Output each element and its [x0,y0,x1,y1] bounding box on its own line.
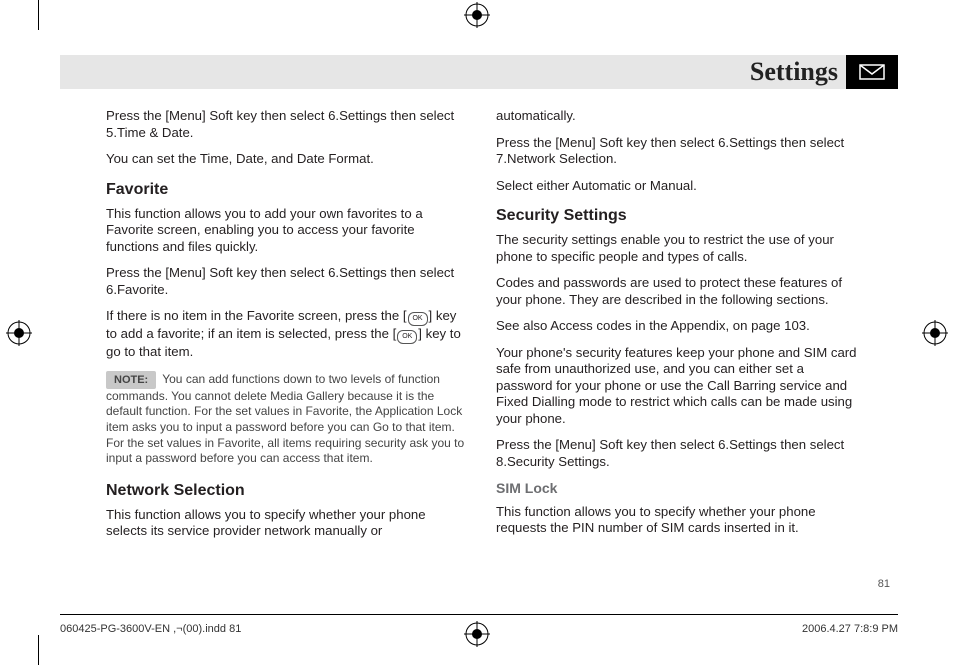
body-text: Press the [Menu] Soft key then select 6.… [496,135,858,168]
crop-mark [38,0,39,30]
note-text: You can add functions down to two levels… [106,372,464,466]
page-title: Settings [750,55,838,89]
body-text: Press the [Menu] Soft key then select 6.… [496,437,858,470]
registration-mark-icon [464,2,490,28]
body-text: This function allows you to specify whet… [496,504,858,537]
heading-security-settings: Security Settings [496,206,858,226]
heading-network-selection: Network Selection [106,481,468,501]
note-badge: NOTE: [106,371,156,389]
page: Settings Press the [Menu] Soft key then … [0,0,954,665]
registration-mark-icon [6,320,32,346]
ok-key-icon: OK [408,312,428,326]
body-text: Press the [Menu] Soft key then select 6.… [106,108,468,141]
body-text: The security settings enable you to rest… [496,232,858,265]
body-text: If there is no item in the Favorite scre… [106,308,468,361]
body-text: Press the [Menu] Soft key then select 6.… [106,265,468,298]
registration-mark-icon [922,320,948,346]
registration-mark-icon [464,621,490,647]
ok-key-icon: OK [397,330,417,344]
footer-divider [60,614,898,615]
body-text: This function allows you to add your own… [106,206,468,256]
body-text: Codes and passwords are used to protect … [496,275,858,308]
heading-sim-lock: SIM Lock [496,480,858,498]
right-column: automatically. Press the [Menu] Soft key… [496,108,858,547]
body-text: automatically. [496,108,858,125]
footer-timestamp: 2006.4.27 7:8:9 PM [802,623,898,635]
body-text: This function allows you to specify whet… [106,507,468,540]
note-box: NOTE:You can add functions down to two l… [106,371,468,467]
body-text: See also Access codes in the Appendix, o… [496,318,858,335]
footer-file-info: 060425-PG-3600V-EN ,¬(00).indd 81 [60,623,241,635]
crop-mark [38,635,39,665]
page-number: 81 [878,578,890,590]
envelope-icon [846,55,898,89]
left-column: Press the [Menu] Soft key then select 6.… [106,108,468,550]
text-fragment: If there is no item in the Favorite scre… [106,308,407,323]
body-text: Select either Automatic or Manual. [496,178,858,195]
heading-favorite: Favorite [106,180,468,200]
body-text: You can set the Time, Date, and Date For… [106,151,468,168]
body-text: Your phone's security features keep your… [496,345,858,428]
